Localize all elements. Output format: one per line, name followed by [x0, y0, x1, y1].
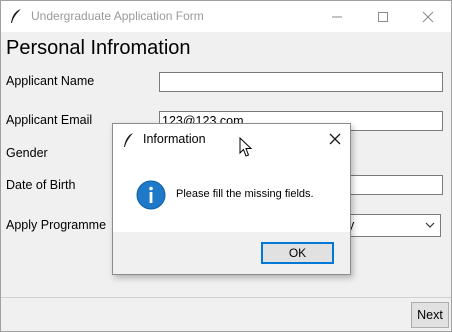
window-title: Undergraduate Application Form [31, 9, 204, 23]
dialog-title: Information [143, 132, 206, 146]
page-title: Personal Infromation [6, 37, 191, 59]
applicant-email-label: Applicant Email [6, 113, 93, 127]
applicant-name-label: Applicant Name [6, 74, 95, 88]
maximize-button[interactable] [360, 1, 406, 32]
close-button[interactable] [405, 1, 451, 32]
app-window: Undergraduate Application Form Personal … [0, 0, 452, 332]
info-icon [136, 180, 166, 210]
next-button[interactable]: Next [411, 302, 449, 328]
chevron-down-icon [425, 222, 435, 228]
information-dialog: Information Please fill the missing fiel… [112, 123, 351, 275]
apply-programme-label: Apply Programme [6, 218, 107, 232]
feather-icon [124, 133, 133, 147]
gender-label: Gender [6, 146, 48, 160]
title-bar: Undergraduate Application Form [1, 1, 451, 32]
dialog-footer: OK [113, 232, 350, 274]
minimize-button[interactable] [314, 1, 360, 32]
ok-button[interactable]: OK [261, 242, 334, 264]
dialog-message: Please fill the missing fields. [176, 188, 314, 200]
applicant-name-field[interactable] [159, 72, 443, 92]
footer-divider [1, 297, 451, 298]
date-of-birth-label: Date of Birth [6, 178, 76, 192]
feather-icon [11, 8, 22, 23]
dialog-close-icon[interactable] [327, 131, 343, 147]
mouse-cursor-icon [239, 137, 253, 157]
maximize-icon [378, 11, 388, 22]
close-icon [422, 11, 434, 22]
minimize-icon [332, 16, 342, 17]
